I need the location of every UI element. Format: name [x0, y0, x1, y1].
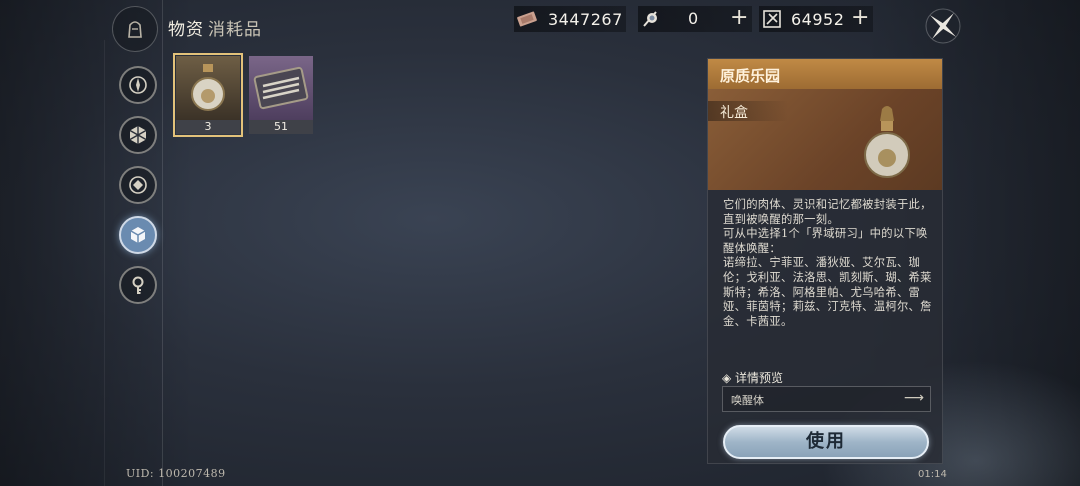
- arrow-right-icon: ⟶: [903, 390, 924, 406]
- tool-case-icon: [249, 56, 313, 120]
- cube-icon: [130, 227, 146, 243]
- hexagon-icon: [129, 126, 147, 144]
- item-count: 51: [249, 120, 313, 134]
- item-name: 原质乐园: [708, 59, 942, 89]
- nav-key-button[interactable]: [119, 266, 157, 304]
- compass-icon: [129, 76, 147, 94]
- item-count: 3: [176, 120, 240, 134]
- add-crystal-button[interactable]: +: [851, 7, 869, 29]
- crystal-card-icon: [759, 6, 785, 32]
- item-slot-bottle[interactable]: 3: [173, 53, 243, 137]
- detail-preview-label: ◈ 详情预览: [722, 371, 784, 385]
- page-title: 物资 消耗品: [168, 15, 262, 40]
- item-type: 礼盒: [708, 101, 788, 121]
- compass-star-icon[interactable]: [922, 5, 964, 47]
- item-description: 它们的肉体、灵识和记忆都被封装于此，直到被唤醒的那一刻。 可从中选择1个「界域研…: [723, 198, 932, 328]
- diamond-target-icon: [129, 176, 147, 194]
- divider-line: [104, 40, 105, 486]
- currency-ticket: 3447267: [514, 6, 626, 32]
- detail-field-text: 唤醒体: [731, 394, 764, 407]
- use-button[interactable]: 使用: [723, 425, 929, 459]
- title-subtitle: 消耗品: [208, 20, 262, 40]
- ticket-icon: [514, 6, 540, 32]
- key-icon: [132, 276, 144, 294]
- currency-value: 64952: [791, 9, 845, 29]
- nav-cube-button[interactable]: [119, 216, 157, 254]
- currency-value: 0: [688, 9, 699, 28]
- user-id: UID: 100207489: [126, 467, 226, 480]
- currency-crystal: 64952 +: [759, 6, 873, 32]
- currency-scroll: 0 +: [638, 6, 752, 32]
- nav-compass-button[interactable]: [119, 66, 157, 104]
- item-detail-panel: 原质乐园 礼盒 它们的肉体、灵识和记忆都被封装于此，直到被唤醒的那一刻。 可从中…: [707, 58, 943, 464]
- divider-line: [162, 0, 163, 486]
- bottle-gift-icon: [864, 106, 910, 178]
- bottle-gift-icon: [176, 56, 240, 120]
- nav-target-button[interactable]: [119, 166, 157, 204]
- currency-value: 3447267: [548, 9, 623, 29]
- item-slot-toolcase[interactable]: 51: [249, 56, 313, 134]
- detail-preview-link[interactable]: 唤醒体 ⟶: [722, 386, 931, 412]
- nav-hexagon-button[interactable]: [119, 116, 157, 154]
- title-main: 物资: [168, 20, 204, 40]
- clock-time: 01:14: [918, 469, 947, 480]
- add-scroll-button[interactable]: +: [730, 7, 748, 29]
- scroll-icon: [638, 6, 664, 32]
- backpack-emblem-icon[interactable]: [112, 6, 158, 52]
